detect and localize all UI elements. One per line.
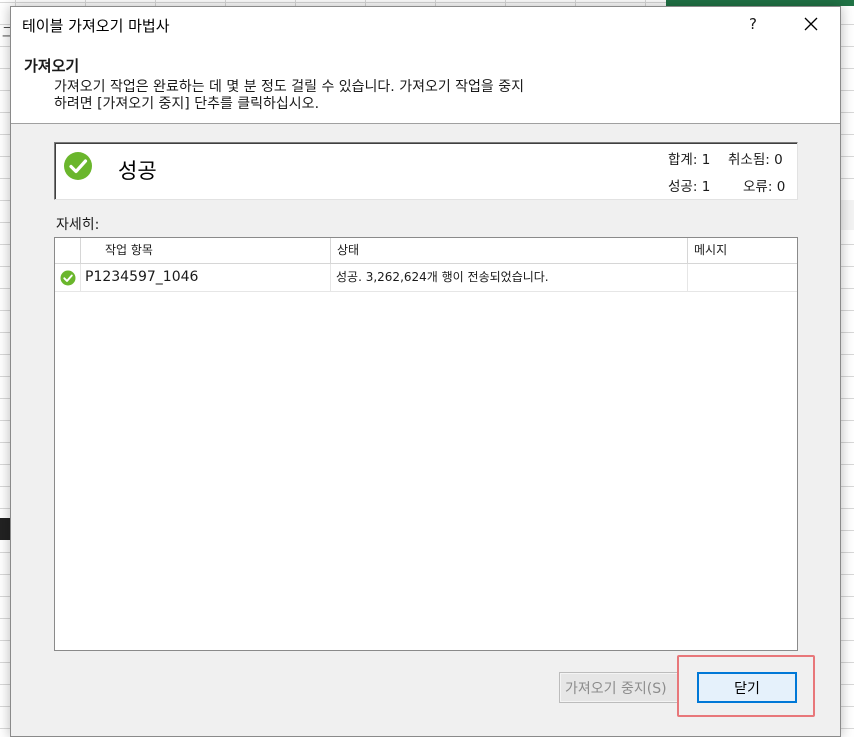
column-header-message[interactable]: 메시지 [688, 238, 797, 263]
total-label: 합계: [668, 152, 698, 168]
wizard-header: 가져오기 가져오기 작업은 완료하는 데 몇 분 정도 걸릴 수 있습니다. 가… [11, 41, 840, 124]
window-title: 테이블 가져오기 마법사 [22, 17, 170, 35]
success-label: 성공: [668, 179, 698, 195]
status-text: 성공 [118, 159, 157, 183]
column-header-task-item[interactable]: 작업 항목 [81, 238, 331, 263]
error-count: 오류: 0 [743, 175, 785, 195]
success-value: 1 [701, 179, 711, 195]
help-button[interactable]: ? [735, 8, 771, 40]
column-header-status[interactable]: 상태 [331, 238, 688, 263]
success-check-icon [64, 152, 92, 180]
success-count: 성공: 1 [668, 175, 710, 195]
column-header-icon[interactable] [55, 238, 81, 263]
description-line-1: 가져오기 작업은 완료하는 데 몇 분 정도 걸릴 수 있습니다. 가져오기 작… [54, 79, 525, 95]
row-task-item: P1234597_1046 [81, 264, 331, 291]
close-window-button[interactable] [793, 8, 829, 40]
status-summary-box: 성공 합계: 1 취소됨: 0 성공: 1 오류: 0 [54, 142, 798, 200]
details-label: 자세히: [56, 217, 100, 233]
table-import-wizard-dialog: 테이블 가져오기 마법사 ? 가져오기 가져오기 작업은 완료하는 데 몇 분 … [10, 6, 841, 737]
cancelled-count: 취소됨: 0 [728, 148, 783, 168]
error-value: 0 [776, 179, 786, 195]
stop-import-button[interactable]: 가져오기 중지(S) [559, 672, 679, 703]
cancelled-label: 취소됨: [728, 152, 770, 168]
cancelled-value: 0 [774, 152, 783, 168]
page-title: 가져오기 [24, 57, 80, 75]
title-bar[interactable]: 테이블 가져오기 마법사 ? [11, 7, 840, 41]
row-status: 성공. 3,262,624개 행이 전송되었습니다. [331, 264, 688, 291]
total-count: 합계: 1 [668, 148, 710, 168]
highlight-annotation [677, 655, 815, 717]
success-check-icon [60, 270, 75, 285]
close-icon [804, 17, 818, 31]
error-label: 오류: [743, 179, 773, 195]
page-description: 가져오기 작업은 완료하는 데 몇 분 정도 걸릴 수 있습니다. 가져오기 작… [54, 79, 654, 113]
details-list[interactable]: 작업 항목 상태 메시지 P1234597_1046 성공. 3,262,624… [54, 237, 798, 651]
total-value: 1 [701, 152, 711, 168]
row-message [688, 264, 797, 291]
row-icon-cell [55, 264, 81, 291]
table-row[interactable]: P1234597_1046 성공. 3,262,624개 행이 전송되었습니다. [55, 264, 797, 292]
list-header: 작업 항목 상태 메시지 [55, 238, 797, 264]
description-line-2: 하려면 [가져오기 중지] 단추를 클릭하십시오. [54, 96, 320, 112]
